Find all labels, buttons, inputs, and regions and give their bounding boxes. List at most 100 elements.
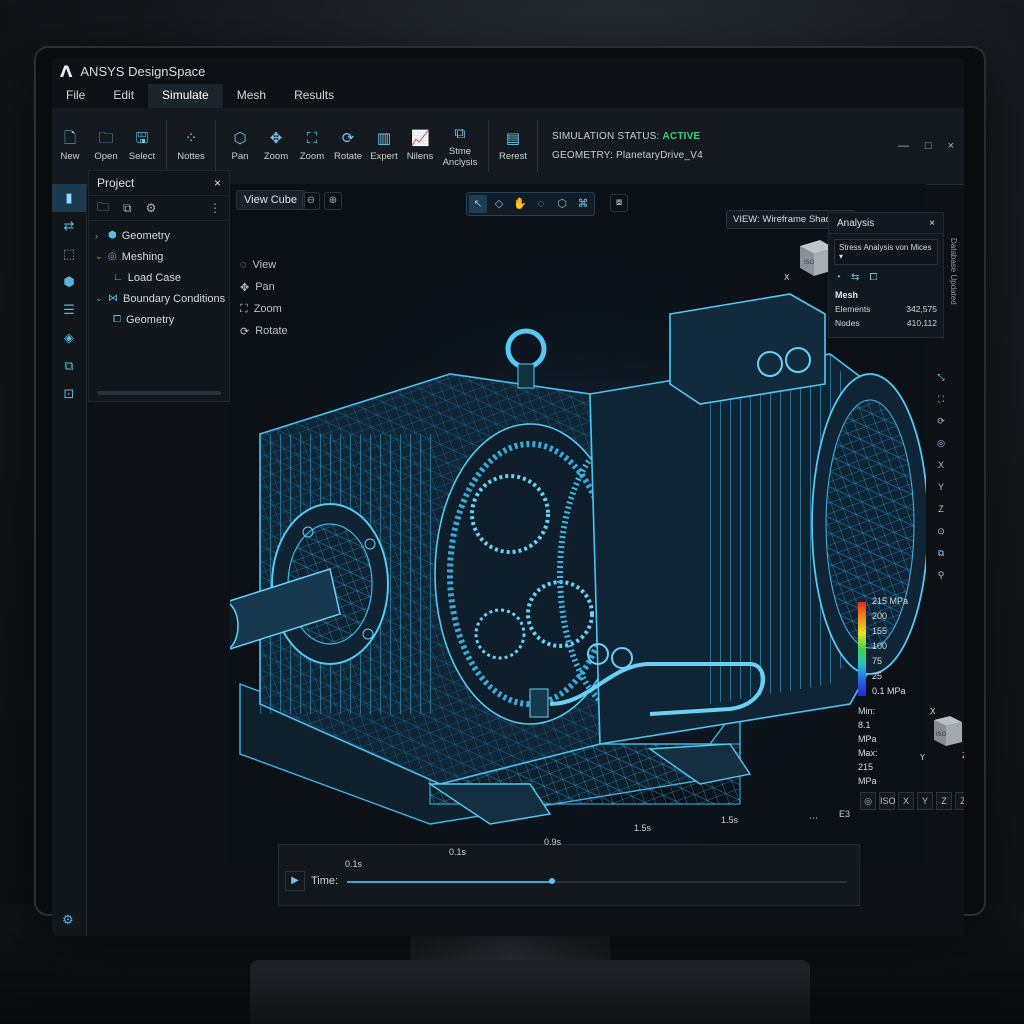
cube-face-label: ISO	[804, 259, 815, 266]
minimize-button[interactable]: —	[898, 140, 909, 152]
file-icon: 🗋	[63, 130, 77, 147]
cursor-icon[interactable]: ↖	[469, 195, 487, 213]
stme-analysis-button[interactable]: ⧉ Stme Anclysis	[440, 125, 480, 168]
time-track[interactable]	[347, 878, 847, 884]
3d-viewport[interactable]: View Cube ⊖ ⊕ ↖ ◇ ✋ ◌ ⬡ ⌘ ⧇ ◌ View ✥ Pan ⛶…	[230, 184, 926, 864]
orbit-icon[interactable]: ◌	[532, 195, 550, 213]
project-icon[interactable]: ▮	[52, 184, 86, 212]
chevron-right-icon[interactable]: ›	[95, 231, 103, 241]
close-icon[interactable]: ×	[929, 218, 935, 229]
z-reverse-view-button[interactable]: Z	[955, 792, 964, 810]
select-icon[interactable]: ⬚	[52, 240, 86, 268]
box-icon[interactable]: ⬢	[52, 268, 86, 296]
nilens-button[interactable]: 📈 Nilens	[404, 130, 436, 162]
viewport-toolbar: ↖ ◇ ✋ ◌ ⬡ ⌘	[466, 192, 595, 216]
select-button[interactable]: 🖫 Select	[126, 130, 158, 162]
hand-icon[interactable]: ✋	[511, 195, 529, 213]
iso-view-button[interactable]: ISO	[879, 792, 896, 810]
result-icon[interactable]: ◔	[835, 272, 841, 283]
window-icon[interactable]: ⧉	[123, 201, 132, 216]
expand-icon[interactable]: ⤡	[932, 368, 950, 386]
target-icon[interactable]: ◎	[860, 792, 876, 810]
legend-label: 200	[872, 611, 888, 621]
copy-icon[interactable]: ⧉	[52, 352, 86, 380]
database-side-tab[interactable]: Database Updated	[944, 238, 958, 358]
toolbar-separator	[537, 120, 538, 172]
export-icon[interactable]: ⧠	[869, 272, 877, 283]
maximize-button[interactable]: □	[925, 140, 932, 152]
section-icon[interactable]: ⊙	[932, 522, 950, 540]
rotate-button[interactable]: ⟳ Rotate	[332, 130, 364, 162]
play-button[interactable]: ▶	[285, 871, 305, 891]
settings-icon[interactable]: ⚙	[62, 912, 74, 928]
vertex-select-icon[interactable]: ◇	[490, 195, 508, 213]
tree-item-geometry-child[interactable]: ⧠ Geometry	[89, 309, 229, 330]
y-view-button[interactable]: Y	[917, 792, 933, 810]
close-icon[interactable]: ×	[214, 176, 221, 190]
swap-icon[interactable]: ⇆	[851, 272, 859, 283]
nav-zoom[interactable]: ⛶ Zoom	[240, 298, 288, 320]
toolbar-separator	[166, 120, 167, 172]
menu-mesh[interactable]: Mesh	[223, 84, 280, 108]
viewport-zoom-controls: ⊖ ⊕	[302, 192, 342, 210]
analysis-type-dropdown[interactable]: Stress Analysis von Mices ▾	[834, 239, 938, 265]
open-label: Open	[94, 151, 118, 162]
menu-results[interactable]: Results	[280, 84, 348, 108]
folder-icon[interactable]: 🗀	[97, 198, 109, 219]
transfer-icon[interactable]: ⇄	[52, 212, 86, 240]
menu-file[interactable]: File	[52, 84, 99, 108]
zoom-in-icon[interactable]: ⊕	[324, 192, 342, 210]
probe-icon[interactable]: ⌘	[574, 195, 592, 213]
elements-value: 342,575	[906, 304, 937, 314]
gear-icon[interactable]: ⚙	[146, 201, 157, 215]
notes-button[interactable]: ⁘ Nottes	[175, 130, 207, 162]
fit-icon[interactable]: ⛶	[932, 390, 950, 408]
clip-icon[interactable]: ⧉	[932, 544, 950, 562]
z-view-button[interactable]: Z	[936, 792, 952, 810]
project-scrollbar[interactable]	[97, 391, 221, 395]
nav-view[interactable]: ◌ View	[240, 254, 288, 276]
target-icon[interactable]: ◎	[932, 434, 950, 452]
layers-icon[interactable]: ◈	[52, 324, 86, 352]
view-cube-button[interactable]: View Cube	[236, 190, 305, 210]
menu-simulate[interactable]: Simulate	[148, 84, 223, 108]
rotate-icon[interactable]: ⟳	[932, 412, 950, 430]
zoom-fit-button[interactable]: ⛶ Zoom	[296, 130, 328, 162]
info-icon[interactable]: ⊡	[52, 380, 86, 408]
snapshot-icon[interactable]: ⧇	[610, 194, 628, 212]
pan-button[interactable]: ⬡ Pan	[224, 130, 256, 162]
open-button[interactable]: 🗀 Open	[90, 130, 122, 162]
time-slider-handle[interactable]	[549, 878, 555, 884]
legend-label: 75	[872, 656, 883, 666]
nav-pan-label: Pan	[255, 281, 275, 293]
chevron-down-icon[interactable]: ⌄	[95, 293, 103, 304]
tree-item-load-case[interactable]: ∟ Load Case	[89, 267, 229, 288]
close-window-button[interactable]: ×	[948, 140, 954, 152]
nav-rotate[interactable]: ⟳ Rotate	[240, 320, 288, 342]
tree-item-geometry[interactable]: › ⬢ Geometry	[89, 225, 229, 246]
expert-button[interactable]: ▥ Expert	[368, 130, 400, 162]
chevron-down-icon[interactable]: ⌄	[95, 251, 103, 262]
orientation-triad[interactable]: ISO X Y Z	[910, 708, 964, 768]
more-icon[interactable]: ⋮	[209, 201, 221, 215]
toolbar-separator	[488, 120, 489, 172]
nav-pan[interactable]: ✥ Pan	[240, 276, 288, 298]
app-title: ANSYS DesignSpace	[80, 63, 206, 79]
new-button[interactable]: 🗋 New	[54, 130, 86, 162]
zoom-button[interactable]: ✥ Zoom	[260, 130, 292, 162]
tree-item-boundary-conditions[interactable]: ⌄ ⋈ Boundary Conditions	[89, 288, 229, 309]
axis-z-button[interactable]: Z	[932, 500, 950, 518]
e3-icon[interactable]: E3	[839, 809, 850, 819]
tree-item-meshing[interactable]: ⌄ ◎ Meshing	[89, 246, 229, 267]
rerest-button[interactable]: ▤ Rerest	[497, 130, 529, 162]
more-icon[interactable]: ⋯	[809, 813, 818, 824]
axis-x-button[interactable]: X	[932, 456, 950, 474]
menu-edit[interactable]: Edit	[99, 84, 148, 108]
zoom-out-icon[interactable]: ⊖	[302, 192, 320, 210]
body-select-icon[interactable]: ⬡	[553, 195, 571, 213]
x-view-button[interactable]: X	[898, 792, 914, 810]
line-chart-icon: 📈	[411, 130, 430, 147]
probe-icon[interactable]: ⚲	[932, 566, 950, 584]
axis-y-button[interactable]: Y	[932, 478, 950, 496]
sliders-icon[interactable]: ☰	[52, 296, 86, 324]
